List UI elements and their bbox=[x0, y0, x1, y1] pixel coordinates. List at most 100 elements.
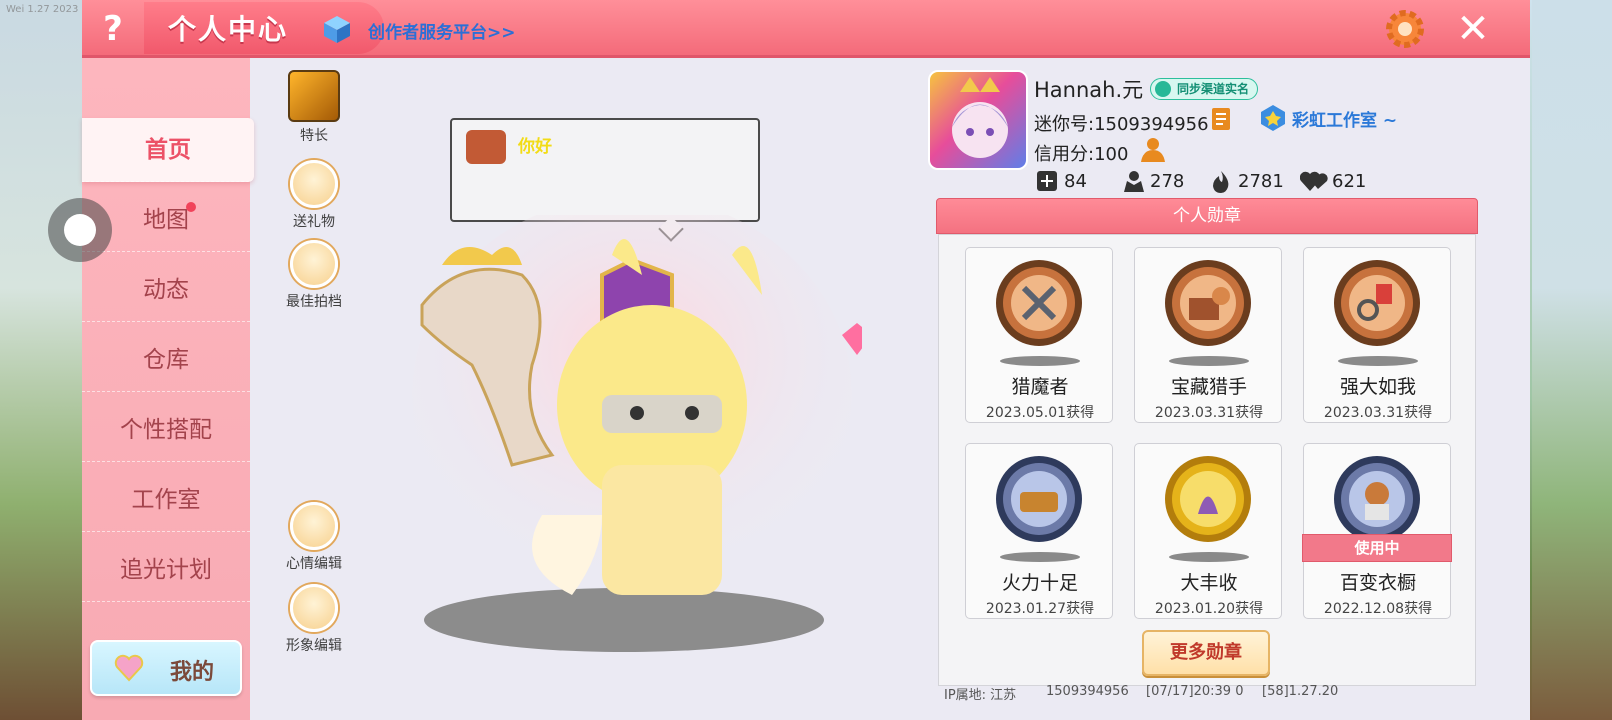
footer-uid: 1509394956 bbox=[1046, 684, 1129, 699]
medal-shadow bbox=[1000, 552, 1080, 562]
hearts-icon bbox=[1300, 171, 1328, 191]
sidebar: 首页 地图 动态 仓库 个性搭配 工作室 追光计划 我的 bbox=[82, 58, 254, 720]
footer-version: [58]1.27.20 bbox=[1262, 684, 1339, 699]
mood-edit-button[interactable]: 心情编辑 bbox=[282, 502, 346, 573]
send-gift-button[interactable]: 送礼物 bbox=[282, 160, 346, 231]
profile-panel: ? 个人中心 创作者服务平台>> ✕ 首页 地图 动态 仓库 个性搭配 工作室 … bbox=[82, 0, 1530, 720]
medal-card[interactable]: 大丰收 2023.01.20获得 bbox=[1134, 443, 1282, 619]
medal-shadow bbox=[1169, 552, 1249, 562]
edit-icon bbox=[290, 502, 338, 550]
sidebar-item-label: 首页 bbox=[145, 137, 191, 163]
medal-shadow bbox=[1000, 356, 1080, 366]
medals-header: 个人勋章 bbox=[936, 198, 1478, 234]
best-partner-label: 最佳拍档 bbox=[286, 294, 342, 310]
handshake-icon bbox=[290, 240, 338, 288]
character-avatar[interactable] bbox=[402, 215, 862, 655]
close-icon[interactable]: ✕ bbox=[1454, 9, 1492, 49]
verification-badge[interactable]: 同步渠道实名 bbox=[1150, 78, 1259, 100]
medal-date: 2023.01.27获得 bbox=[985, 601, 1095, 617]
wardrobe-medal-icon bbox=[1334, 456, 1420, 542]
plus-box-icon bbox=[1037, 171, 1057, 191]
sidebar-item-label: 个性搭配 bbox=[120, 417, 212, 443]
medal-date: 2022.12.08获得 bbox=[1323, 601, 1433, 617]
speech-bubble: 你好 bbox=[450, 118, 760, 242]
studio-link[interactable]: 彩虹工作室 ~ bbox=[1260, 106, 1397, 131]
medal-shadow bbox=[1338, 356, 1418, 366]
footer-time: [07/17]20:39 0 bbox=[1146, 684, 1244, 699]
strength-medal-icon bbox=[1334, 260, 1420, 346]
medal-card[interactable]: 使用中 百变衣橱 2022.12.08获得 bbox=[1302, 443, 1452, 619]
floating-assistive-ball[interactable] bbox=[48, 198, 112, 262]
medal-name: 大丰收 bbox=[1180, 572, 1238, 594]
gift-icon bbox=[290, 160, 338, 208]
gear-icon[interactable] bbox=[1382, 6, 1428, 52]
medal-card[interactable]: 猎魔者 2023.05.01获得 bbox=[965, 247, 1113, 423]
medal-card[interactable]: 强大如我 2023.03.31获得 bbox=[1303, 247, 1451, 423]
flame-icon bbox=[1213, 171, 1229, 193]
heat-count: 2781 bbox=[1238, 171, 1284, 192]
in-use-badge: 使用中 bbox=[1302, 534, 1452, 562]
medal-name: 火力十足 bbox=[1001, 572, 1078, 594]
emoji-face-icon bbox=[466, 130, 506, 164]
sidebar-item-label: 动态 bbox=[143, 277, 189, 303]
outfit-icon bbox=[290, 584, 338, 632]
sidebar-item-label: 地图 bbox=[143, 207, 189, 233]
specialty-icon bbox=[288, 70, 340, 122]
creator-platform-link[interactable]: 创作者服务平台>> bbox=[368, 18, 516, 43]
medal-card[interactable]: 宝藏猎手 2023.03.31获得 bbox=[1134, 247, 1282, 423]
mine-button[interactable]: 我的 bbox=[90, 640, 242, 696]
medal-name: 强大如我 bbox=[1339, 376, 1416, 398]
treasure-medal-icon bbox=[1165, 260, 1251, 346]
mini-id: 迷你号:1509394956 bbox=[1034, 114, 1209, 135]
medal-date: 2023.05.01获得 bbox=[985, 405, 1095, 421]
sidebar-item-studio[interactable]: 工作室 bbox=[82, 468, 250, 532]
more-medals-button[interactable]: 更多勋章 bbox=[1142, 630, 1270, 676]
heart-icon bbox=[114, 654, 144, 682]
background-left bbox=[0, 0, 82, 720]
title-bar: ? 个人中心 创作者服务平台>> ✕ bbox=[82, 0, 1530, 58]
look-edit-button[interactable]: 形象编辑 bbox=[282, 584, 346, 655]
fans-count: 278 bbox=[1150, 171, 1185, 192]
medals-panel: 猎魔者 2023.05.01获得 宝藏猎手 2023.03.31获得 强大如我 … bbox=[938, 234, 1476, 686]
best-partner-button[interactable]: 最佳拍档 bbox=[282, 240, 346, 311]
fans-icon bbox=[1124, 171, 1144, 192]
question-mark-icon[interactable]: ? bbox=[96, 10, 130, 48]
medal-shadow bbox=[1169, 356, 1249, 366]
medal-date: 2023.01.20获得 bbox=[1154, 601, 1264, 617]
ip-location: IP属地: 江苏 bbox=[944, 688, 1017, 703]
likes-count: 84 bbox=[1064, 171, 1087, 192]
profile-avatar[interactable] bbox=[928, 70, 1028, 170]
medal-card[interactable]: 火力十足 2023.01.27获得 bbox=[965, 443, 1113, 619]
harvest-medal-icon bbox=[1165, 456, 1251, 542]
bubble-text: 你好 bbox=[518, 137, 552, 157]
sidebar-item-light-plan[interactable]: 追光计划 bbox=[82, 538, 250, 602]
specialty-button[interactable]: 特长 bbox=[282, 70, 346, 145]
sidebar-item-home[interactable]: 首页 bbox=[82, 118, 254, 182]
studio-name: 彩虹工作室 ~ bbox=[1292, 111, 1398, 131]
page-title: 个人中心 bbox=[168, 13, 289, 46]
copy-icon[interactable] bbox=[1210, 106, 1234, 132]
verification-label: 同步渠道实名 bbox=[1177, 82, 1250, 96]
background-right bbox=[1532, 0, 1612, 720]
sidebar-item-warehouse[interactable]: 仓库 bbox=[82, 328, 250, 392]
send-gift-label: 送礼物 bbox=[293, 214, 335, 230]
assistive-ball-center bbox=[64, 214, 96, 246]
sidebar-item-outfits[interactable]: 个性搭配 bbox=[82, 398, 250, 462]
avatar-portrait bbox=[952, 77, 1008, 158]
sidebar-item-label: 追光计划 bbox=[120, 557, 212, 583]
sidebar-item-feed[interactable]: 动态 bbox=[82, 258, 250, 322]
medal-date: 2023.03.31获得 bbox=[1154, 405, 1264, 421]
cube-icon bbox=[324, 16, 350, 43]
user-shield-icon[interactable] bbox=[1140, 136, 1166, 164]
mood-edit-label: 心情编辑 bbox=[286, 556, 342, 572]
sidebar-item-label: 工作室 bbox=[131, 487, 201, 513]
mine-label: 我的 bbox=[170, 660, 215, 685]
firepower-medal-icon bbox=[996, 456, 1082, 542]
medal-name: 猎魔者 bbox=[1011, 376, 1069, 398]
notification-dot bbox=[186, 202, 196, 212]
swords-medal-icon bbox=[996, 260, 1082, 346]
credit-score: 信用分:100 bbox=[1034, 144, 1129, 165]
username: Hannah.元 bbox=[1034, 78, 1144, 102]
medal-date: 2023.03.31获得 bbox=[1323, 405, 1433, 421]
specialty-label: 特长 bbox=[300, 128, 328, 144]
